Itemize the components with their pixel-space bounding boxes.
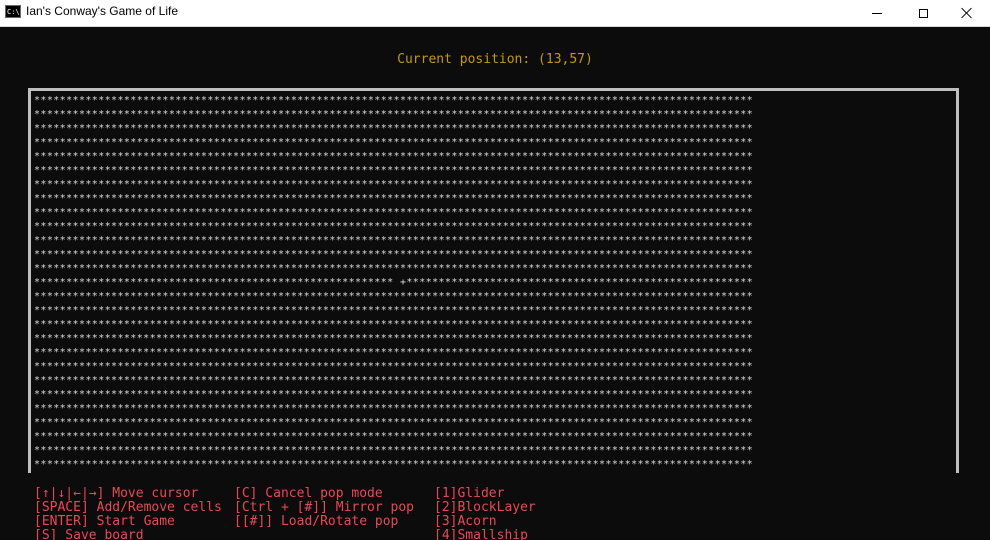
menu-item: [ENTER] Start Game: [34, 514, 175, 529]
board-row[interactable]: ****************************************…: [34, 290, 954, 304]
board-row[interactable]: ****************************************…: [34, 262, 954, 276]
menu-column-pop-actions: [C] Cancel pop mode [Ctrl + [#]] Mirror p…: [234, 487, 414, 529]
board-row[interactable]: ****************************************…: [34, 234, 954, 248]
console-area[interactable]: Current position: (13,57) **************…: [0, 27, 990, 540]
board-row[interactable]: ****************************************…: [34, 458, 954, 472]
maximize-icon: [918, 8, 928, 18]
board-row[interactable]: ****************************************…: [34, 150, 954, 164]
menu-item: [4]Smallship: [434, 528, 528, 540]
board-row[interactable]: ****************************************…: [34, 430, 954, 444]
menu-item: [S] Save board: [34, 528, 144, 540]
console-app-icon: C:\: [5, 5, 21, 18]
board-row[interactable]: ****************************************…: [34, 444, 954, 458]
board-row[interactable]: ****************************************…: [34, 374, 954, 388]
close-button[interactable]: [944, 0, 990, 26]
board-row[interactable]: ****************************************…: [34, 402, 954, 416]
board-row[interactable]: ****************************************…: [34, 108, 954, 122]
board-row[interactable]: ****************************************…: [34, 318, 954, 332]
menu-item: [C] Cancel pop mode: [234, 486, 383, 501]
board-row[interactable]: ****************************************…: [34, 388, 954, 402]
title-bar[interactable]: C:\ Ian's Conway's Game of Life: [0, 0, 990, 27]
board-row[interactable]: ****************************************…: [34, 276, 954, 290]
board-row[interactable]: ****************************************…: [34, 304, 954, 318]
console-window: C:\ Ian's Conway's Game of Life Current …: [0, 0, 990, 540]
menu-item: [[#]] Load/Rotate pop: [234, 514, 399, 529]
board-row[interactable]: ****************************************…: [34, 416, 954, 430]
window-title: Ian's Conway's Game of Life: [26, 4, 178, 18]
menu-item: [2]BlockLayer: [434, 500, 536, 515]
menu-item: [3]Acorn: [434, 514, 497, 529]
board-row[interactable]: ****************************************…: [34, 122, 954, 136]
board-row[interactable]: ****************************************…: [34, 332, 954, 346]
board-row[interactable]: ****************************************…: [34, 346, 954, 360]
minimize-icon: [872, 12, 882, 14]
board-frame: ****************************************…: [28, 88, 959, 473]
menu-item: [↑|↓|←|→] Move cursor: [34, 486, 199, 501]
board-row[interactable]: ****************************************…: [34, 192, 954, 206]
board-row[interactable]: ****************************************…: [34, 360, 954, 374]
minimize-button[interactable]: [854, 0, 900, 26]
board-row[interactable]: ****************************************…: [34, 164, 954, 178]
menu-item: [Ctrl + [#]] Mirror pop: [234, 500, 415, 515]
board-row[interactable]: ****************************************…: [34, 136, 954, 150]
life-board[interactable]: ****************************************…: [34, 94, 954, 472]
board-row[interactable]: ****************************************…: [34, 248, 954, 262]
board-row[interactable]: ****************************************…: [34, 178, 954, 192]
maximize-button[interactable]: [900, 0, 946, 26]
current-position-status: Current position: (13,57): [397, 52, 593, 67]
board-row[interactable]: ****************************************…: [34, 220, 954, 234]
board-row[interactable]: ****************************************…: [34, 94, 954, 108]
menu-item: [SPACE] Add/Remove cells: [34, 500, 222, 515]
board-row[interactable]: ****************************************…: [34, 206, 954, 220]
menu-column-patterns: [1]Glider [2]BlockLayer [3]Acorn [4]Smallsh…: [434, 487, 536, 540]
close-icon: [961, 7, 973, 19]
menu-column-controls: [↑|↓|←|→] Move cursor [SPACE] Add/Remove …: [34, 487, 222, 540]
menu-item: [1]Glider: [434, 486, 505, 501]
